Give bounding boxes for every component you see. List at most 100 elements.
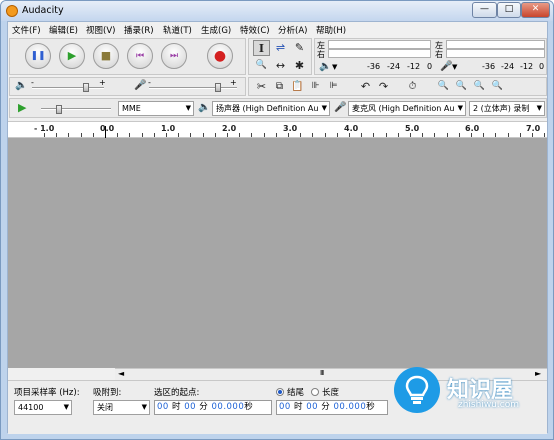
cut-icon[interactable]: ✂ xyxy=(253,79,270,95)
paste-icon[interactable]: 📋 xyxy=(289,79,306,95)
ruler-tick xyxy=(142,133,143,137)
timeline-ruler[interactable]: - 1.0 0.0 1.0 2.0 3.0 4.0 5.0 6.0 7.0 xyxy=(8,121,547,138)
input-volume-slider[interactable] xyxy=(149,87,237,89)
ruler-tick xyxy=(508,133,509,137)
ruler-tick xyxy=(459,133,460,137)
length-radio-label[interactable]: 长度 xyxy=(322,386,339,398)
maximize-button[interactable]: □ xyxy=(497,2,521,18)
fit-selection-icon[interactable]: 🔍 xyxy=(471,79,488,95)
ruler-tick-label: 4.0 xyxy=(344,124,359,133)
sync-lock-icon[interactable]: ⏱ xyxy=(404,79,421,95)
timeshift-tool-icon[interactable]: ↔ xyxy=(272,58,289,74)
end-hours: 00 xyxy=(279,402,291,412)
silence-icon[interactable]: ⊫ xyxy=(325,79,342,95)
project-rate-select[interactable]: 44100 ▼ xyxy=(14,400,72,415)
microphone-icon[interactable]: 🎤 xyxy=(440,61,452,72)
input-meter-left xyxy=(446,40,545,49)
output-device-select[interactable]: 扬声器 (High Definition Au ▼ xyxy=(212,101,330,116)
play-speed-thumb[interactable] xyxy=(55,105,62,114)
menu-help[interactable]: 帮助(H) xyxy=(316,24,346,36)
channels-select[interactable]: 2 (立体声) 录制 ▼ xyxy=(469,101,545,116)
menu-view[interactable]: 视图(V) xyxy=(86,24,115,36)
stop-button[interactable]: ■ xyxy=(93,43,119,69)
length-radio[interactable] xyxy=(311,388,319,396)
ruler-tick xyxy=(349,133,350,137)
selection-end-time[interactable]: 00 时 00 分 00.000秒 xyxy=(276,400,388,415)
ruler-tick xyxy=(154,133,155,137)
menu-generate[interactable]: 生成(G) xyxy=(201,24,231,36)
ruler-tick xyxy=(56,133,57,137)
scroll-left-icon[interactable]: ◄ xyxy=(118,369,124,378)
menu-file[interactable]: 文件(F) xyxy=(12,24,41,36)
selection-start-time[interactable]: 00 时 00 分 00.000秒 xyxy=(154,400,272,415)
play-at-speed-icon[interactable]: ▶ xyxy=(18,101,26,114)
scrollbar-grip[interactable]: III xyxy=(320,369,324,377)
pause-button[interactable]: ❚❚ xyxy=(25,43,51,69)
end-radio-label[interactable]: 结尾 xyxy=(287,386,304,398)
menu-analyze[interactable]: 分析(A) xyxy=(278,24,307,36)
input-scale-tick: -12 xyxy=(520,62,534,71)
draw-tool-icon[interactable]: ✎ xyxy=(291,40,308,56)
zoom-in-icon[interactable]: 🔍 xyxy=(435,79,452,95)
play-speed-slider[interactable] xyxy=(41,108,111,110)
output-meter-menu-arrow[interactable]: ▼ xyxy=(332,63,337,71)
copy-icon[interactable]: ⧉ xyxy=(271,79,288,95)
ruler-tick xyxy=(337,133,338,137)
redo-icon[interactable]: ↷ xyxy=(375,79,392,95)
ruler-tick xyxy=(190,133,191,137)
output-volume-slider[interactable] xyxy=(32,87,104,89)
menu-record[interactable]: 播录(R) xyxy=(124,24,154,36)
ruler-tick xyxy=(93,133,94,137)
input-device-select[interactable]: 麦克风 (High Definition Au ▼ xyxy=(348,101,466,116)
end-minutes: 00 xyxy=(306,402,319,412)
selection-start-label: 选区的起点: xyxy=(154,388,200,398)
skip-to-end-button[interactable]: ⏭ xyxy=(161,43,187,69)
undo-icon[interactable]: ↶ xyxy=(357,79,374,95)
ruler-tick-label: 0.0 xyxy=(100,124,115,133)
snap-to-select[interactable]: 关闭 ▼ xyxy=(93,400,150,415)
speaker-icon[interactable]: 🔈 xyxy=(319,61,331,72)
selection-tool-icon[interactable]: I xyxy=(253,40,270,56)
app-window: Audacity — □ ✕ 文件(F) 编辑(E) 视图(V) 播录(R) 轨… xyxy=(0,0,554,440)
snap-to-value: 关闭 xyxy=(97,403,113,412)
menu-effect[interactable]: 特效(C) xyxy=(240,24,270,36)
audacity-logo-icon xyxy=(6,5,18,17)
ruler-tick xyxy=(129,133,130,137)
fit-project-icon[interactable]: 🔍 xyxy=(489,79,506,95)
channels-value: 2 (立体声) 录制 xyxy=(473,104,530,113)
zoom-tool-icon[interactable]: 🔍 xyxy=(253,58,270,74)
input-volume-thumb[interactable] xyxy=(214,83,221,92)
ruler-tick xyxy=(264,133,265,137)
tools-toolbar: I ⇌ ✎ 🔍 ↔ ✱ xyxy=(248,38,312,75)
record-button[interactable]: ● xyxy=(207,43,233,69)
chevron-down-icon: ▼ xyxy=(457,104,463,112)
input-meter-menu-arrow[interactable]: ▼ xyxy=(452,63,457,71)
end-radio[interactable] xyxy=(276,388,284,396)
output-scale-tick: 0 xyxy=(427,62,433,71)
end-seconds: 00.000 xyxy=(333,402,367,412)
menu-edit[interactable]: 编辑(E) xyxy=(49,24,78,36)
zoom-out-icon[interactable]: 🔍 xyxy=(453,79,470,95)
envelope-tool-icon[interactable]: ⇌ xyxy=(272,40,289,56)
play-button[interactable]: ▶ xyxy=(59,43,85,69)
minimize-button[interactable]: — xyxy=(472,2,497,18)
close-button[interactable]: ✕ xyxy=(521,2,550,18)
output-meter-left xyxy=(328,40,431,49)
menu-tracks[interactable]: 轨道(T) xyxy=(163,24,192,36)
input-device-icon: 🎤 xyxy=(334,102,347,113)
multi-tool-icon[interactable]: ✱ xyxy=(291,58,308,74)
output-volume-thumb[interactable] xyxy=(83,83,89,92)
skip-to-start-button[interactable]: ⏮ xyxy=(127,43,153,69)
trim-icon[interactable]: ⊪ xyxy=(307,79,324,95)
watermark-url: zhishiwu.com xyxy=(458,400,519,410)
track-panel[interactable] xyxy=(8,138,547,368)
start-seconds-unit: 秒 xyxy=(244,402,254,412)
audio-host-select[interactable]: MME ▼ xyxy=(118,101,194,116)
scroll-right-icon[interactable]: ► xyxy=(535,369,541,378)
menu-bar: 文件(F) 编辑(E) 视图(V) 播录(R) 轨道(T) 生成(G) 特效(C… xyxy=(8,22,547,37)
ruler-tick xyxy=(203,133,204,137)
mixer-toolbar: 🔈 - + 🎤 - + xyxy=(9,77,246,96)
chevron-down-icon: ▼ xyxy=(141,403,147,411)
meter-toolbar: 左 右 左 右 🔈 ▼ -36 -24 -12 0 🎤 ▼ -36 -24 -1… xyxy=(314,38,547,75)
input-volume-min-label: - xyxy=(148,78,151,87)
